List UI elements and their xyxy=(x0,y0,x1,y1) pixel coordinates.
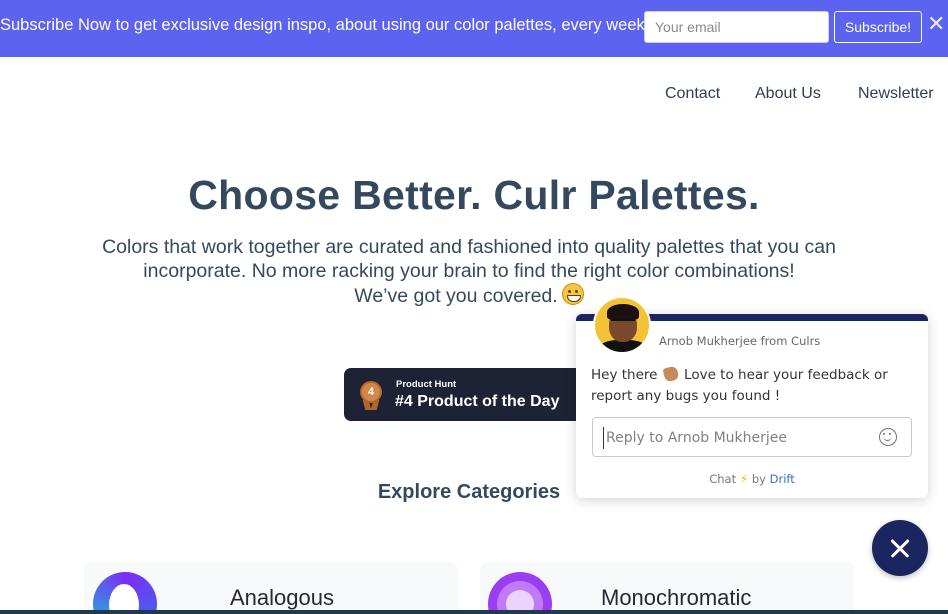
hero-subtitle-tagline: We’ve got you covered. xyxy=(354,285,558,307)
subscribe-button[interactable]: Subscribe! xyxy=(834,11,922,43)
banner-text: Subscribe Now to get exclusive design in… xyxy=(0,16,650,34)
lightning-bolt-icon: ⚡ xyxy=(739,472,749,486)
nav-item-contact[interactable]: Contact xyxy=(665,85,720,103)
avatar-hair xyxy=(607,304,639,320)
category-card-monochromatic[interactable]: Monochromatic xyxy=(480,562,854,614)
subscribe-banner: Subscribe Now to get exclusive design in… xyxy=(0,0,948,57)
avatar-shirt xyxy=(599,340,647,352)
avatar-glasses xyxy=(611,319,635,324)
category-label: Analogous xyxy=(230,585,334,610)
chat-message-greeting: Hey there xyxy=(591,367,658,383)
chat-close-button[interactable] xyxy=(872,520,928,576)
category-card-analogous[interactable]: Analogous xyxy=(84,562,458,614)
close-icon[interactable]: ✕ xyxy=(927,13,945,35)
waving-hand-icon xyxy=(662,365,680,383)
drift-link[interactable]: Drift xyxy=(770,472,795,486)
product-hunt-label: Product Hunt xyxy=(396,379,457,390)
nav-item-about-us[interactable]: About Us xyxy=(755,85,821,103)
page-title: Choose Better. Culr Palettes. xyxy=(188,172,760,218)
page-bottom-border xyxy=(0,610,948,614)
grinning-face-icon xyxy=(561,283,584,305)
monochromatic-palette-icon xyxy=(488,572,552,614)
analogous-palette-icon xyxy=(93,572,157,614)
product-hunt-badge[interactable]: 4 Product Hunt #4 Product of the Day xyxy=(344,368,584,421)
product-hunt-rank: #4 Product of the Day xyxy=(395,393,560,410)
emoji-picker-icon[interactable] xyxy=(879,428,897,446)
email-field[interactable] xyxy=(644,11,829,43)
chat-message: Hey there Love to hear your feedback or … xyxy=(591,365,911,407)
chat-footer: Chat ⚡ by Drift xyxy=(576,472,928,486)
medal-icon: 4 xyxy=(360,381,382,403)
hero-subtitle-text: Colors that work together are curated an… xyxy=(102,236,836,282)
chat-footer-prefix: Chat xyxy=(709,472,737,486)
nav-item-newsletter[interactable]: Newsletter xyxy=(858,85,934,103)
chat-sender: Arnob Mukherjee from Culrs xyxy=(659,334,821,348)
chat-reply-input[interactable] xyxy=(603,427,873,449)
hero-subtitle: Colors that work together are curated an… xyxy=(80,235,858,308)
chat-reply-box xyxy=(592,417,912,457)
chat-footer-by: by xyxy=(751,472,766,486)
category-label: Monochromatic xyxy=(601,585,752,610)
avatar xyxy=(593,296,651,354)
